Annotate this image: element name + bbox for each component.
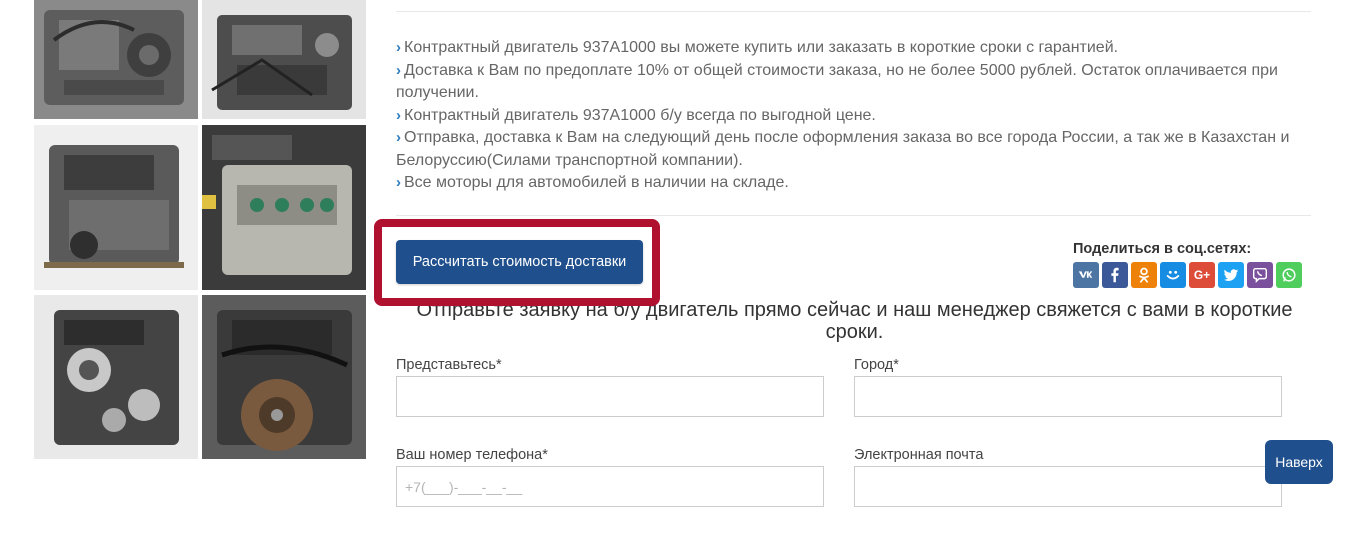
- chevron-right-icon: ›: [396, 61, 401, 79]
- engine-image: [202, 295, 366, 459]
- name-label: Представьтесь*: [396, 357, 502, 373]
- gallery-thumb-5[interactable]: [34, 295, 198, 459]
- city-field[interactable]: [854, 376, 1282, 417]
- odnoklassniki-icon[interactable]: [1131, 262, 1157, 288]
- info-item: › Доставка к Вам по предоплате 10% от общ…: [396, 60, 1311, 105]
- engine-info-list: › Контрактный двигатель 937A1000 вы может…: [396, 37, 1311, 195]
- engine-image: [202, 125, 366, 290]
- share-title: Поделиться в соц.сетях:: [1073, 241, 1252, 257]
- info-item-text: Контрактный двигатель 937A1000 б/у всегд…: [404, 106, 876, 124]
- page: › Контрактный двигатель 937A1000 вы может…: [0, 0, 1346, 533]
- info-item-text: Все моторы для автомобилей в наличии на …: [404, 174, 789, 191]
- engine-image: [202, 0, 366, 119]
- share-icons: G+: [1073, 262, 1302, 288]
- gallery-thumb-3[interactable]: [34, 125, 198, 290]
- info-item-text: Контрактный двигатель 937A1000 вы можете…: [404, 39, 1119, 56]
- info-item: › Контрактный двигатель 937A1000 б/у всег…: [396, 105, 1311, 128]
- email-field[interactable]: [854, 466, 1282, 507]
- twitter-icon[interactable]: [1218, 262, 1244, 288]
- email-label: Электронная почта: [854, 447, 984, 463]
- gallery-thumb-6[interactable]: [202, 295, 366, 459]
- chevron-right-icon: ›: [396, 174, 401, 191]
- engine-image: [34, 125, 198, 290]
- engine-image: [34, 295, 198, 459]
- gallery-thumb-1[interactable]: [34, 0, 198, 119]
- info-item: › Отправка, доставка к Вам на следующий д…: [396, 127, 1311, 172]
- chevron-right-icon: ›: [396, 106, 401, 124]
- calculate-delivery-button[interactable]: Рассчитать стоимость доставки: [396, 240, 643, 284]
- chevron-right-icon: ›: [396, 39, 401, 56]
- info-item: › Все моторы для автомобилей в наличии на…: [396, 172, 1311, 195]
- city-label: Город*: [854, 357, 899, 373]
- name-field[interactable]: [396, 376, 824, 417]
- vk-icon[interactable]: [1073, 262, 1099, 288]
- info-item-text: Доставка к Вам по предоплате 10% от обще…: [396, 61, 1278, 102]
- gallery-thumb-4[interactable]: [202, 125, 366, 290]
- viber-icon[interactable]: [1247, 262, 1273, 288]
- moimir-icon[interactable]: [1160, 262, 1186, 288]
- info-item-text: Отправка, доставка к Вам на следующий де…: [396, 129, 1290, 169]
- info-item: › Контрактный двигатель 937A1000 вы может…: [396, 37, 1311, 60]
- whatsapp-icon[interactable]: [1276, 262, 1302, 288]
- back-to-top-button[interactable]: Наверх: [1265, 440, 1333, 484]
- separator-middle: [396, 215, 1311, 216]
- separator-top: [396, 11, 1311, 12]
- facebook-icon[interactable]: [1102, 262, 1128, 288]
- engine-image: [34, 0, 198, 119]
- googleplus-icon[interactable]: G+: [1189, 262, 1215, 288]
- chevron-right-icon: ›: [396, 129, 401, 146]
- gallery-thumb-2[interactable]: [202, 0, 366, 119]
- phone-field[interactable]: [396, 466, 824, 507]
- phone-label: Ваш номер телефона*: [396, 447, 548, 463]
